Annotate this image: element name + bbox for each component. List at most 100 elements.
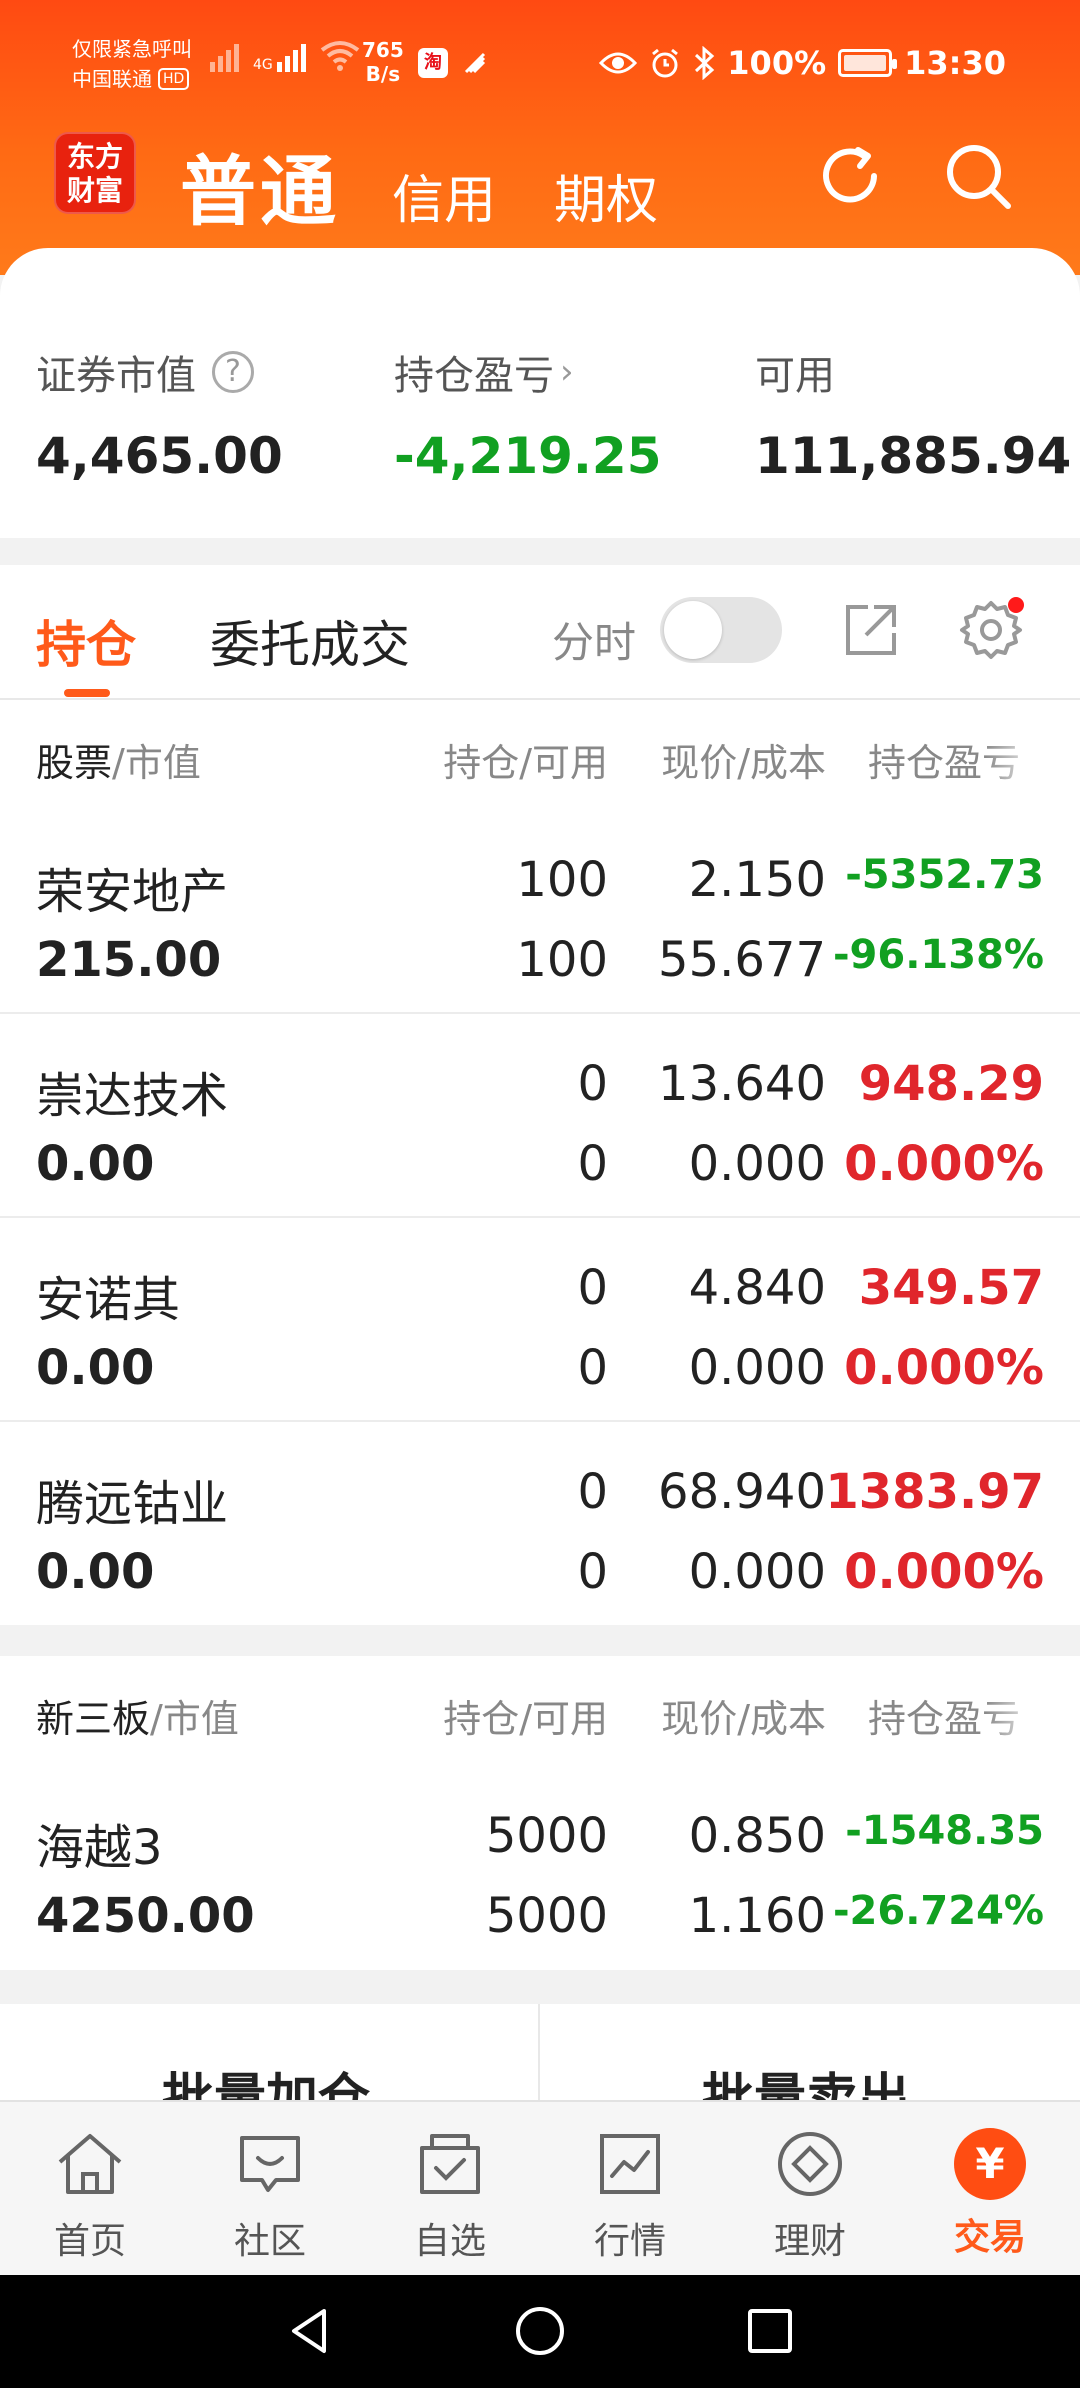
- share-external-icon[interactable]: [838, 597, 904, 663]
- available-label: 可用: [755, 353, 835, 399]
- stock-position: 100: [516, 852, 608, 908]
- header-pnl: 持仓盈亏: [868, 1688, 1044, 1743]
- stock-pnl: -5352.73: [845, 852, 1044, 898]
- stock-name: 崇达技术: [36, 1068, 229, 1124]
- tab-positions[interactable]: 持仓: [36, 605, 136, 677]
- system-nav-bar: [0, 2275, 1080, 2388]
- market-value-label: 证券市值: [36, 353, 196, 399]
- header-qty: 持仓/可用: [443, 741, 608, 785]
- logo-line2: 财富: [66, 174, 123, 207]
- neeq-table-header: 新三板/市值 持仓/可用 现价/成本 持仓盈亏: [0, 1656, 1080, 1766]
- stock-cost: 1.160: [688, 1888, 826, 1944]
- stock-pnl: 1383.97: [825, 1464, 1044, 1520]
- battery-percent: 100%: [727, 44, 827, 82]
- header-neeq: 新三板: [36, 1697, 151, 1741]
- nav-watchlist[interactable]: 自选: [380, 2124, 520, 2264]
- trade-icon: ¥: [954, 2128, 1026, 2200]
- chevron-right-icon: ›: [560, 352, 574, 392]
- stock-available: 0: [577, 1136, 608, 1192]
- search-icon[interactable]: [940, 138, 1016, 214]
- stock-price: 13.640: [658, 1056, 826, 1112]
- home-icon: [58, 2134, 122, 2194]
- header-mv: /市值: [150, 1697, 239, 1741]
- active-tab-indicator: [64, 689, 110, 697]
- nav-community[interactable]: 社区: [200, 2124, 340, 2264]
- holdings-tabs: 持仓 委托成交 分时: [0, 565, 1080, 700]
- wifi-icon: [320, 41, 359, 71]
- tab-credit[interactable]: 信用: [392, 158, 496, 233]
- market-icon: [600, 2134, 660, 2194]
- available-value: 111,885.94: [755, 427, 1072, 485]
- battery-icon: [838, 49, 898, 77]
- nav-home[interactable]: 首页: [20, 2124, 160, 2264]
- bottom-nav: 首页 社区 自选 行情 理财 ¥ 交易: [0, 2100, 1080, 2275]
- stock-pnl: 349.57: [858, 1260, 1044, 1316]
- table-row[interactable]: 荣安地产 215.00 100 100 2.150 55.677 -5352.7…: [0, 810, 1080, 1014]
- stock-position: 0: [577, 1464, 608, 1520]
- eye-icon: [599, 52, 638, 74]
- stock-pnl-pct: -26.724%: [832, 1888, 1044, 1934]
- market-value-block: 证券市值 ? 4,465.00: [36, 343, 283, 485]
- alarm-icon: [652, 48, 679, 78]
- clock: 13:30: [904, 44, 1006, 82]
- refresh-icon[interactable]: [812, 138, 888, 214]
- pnl-block[interactable]: 持仓盈亏 › -4,219.25: [394, 343, 661, 485]
- nav-wealth[interactable]: 理财: [740, 2124, 880, 2264]
- stock-available: 5000: [485, 1888, 608, 1944]
- stock-name: 安诺其: [36, 1272, 181, 1328]
- home-circle-icon[interactable]: [512, 2303, 568, 2359]
- header-qty: 持仓/可用: [443, 1697, 608, 1741]
- network-speed: 765 B/s: [362, 38, 404, 86]
- stock-price: 2.150: [688, 852, 826, 908]
- stock-price: 4.840: [688, 1260, 826, 1316]
- header-price: 现价/成本: [661, 1697, 826, 1741]
- pnl-label: 持仓盈亏: [394, 353, 554, 399]
- header-price: 现价/成本: [661, 741, 826, 785]
- table-row[interactable]: 崇达技术 0.00 0 0 13.640 0.000 948.29 0.000%: [0, 1014, 1080, 1218]
- recents-icon[interactable]: [742, 2303, 798, 2359]
- stock-market-value: 215.00: [36, 932, 222, 988]
- tab-normal[interactable]: 普通: [180, 130, 340, 240]
- tab-options[interactable]: 期权: [554, 158, 658, 233]
- stock-cost: 0.000: [688, 1544, 826, 1600]
- stock-position: 0: [577, 1056, 608, 1112]
- stock-position: 0: [577, 1260, 608, 1316]
- nav-trade[interactable]: ¥ 交易: [920, 2124, 1060, 2260]
- taobao-notification-icon: 淘: [418, 48, 448, 78]
- stock-name: 荣安地产: [36, 864, 229, 920]
- stock-market-value: 0.00: [36, 1340, 155, 1396]
- speed-value: 765: [362, 38, 404, 62]
- stock-cost: 0.000: [688, 1340, 826, 1396]
- table-row[interactable]: 海越3 4250.00 5000 5000 0.850 1.160 -1548.…: [0, 1766, 1080, 1970]
- hd-badge: HD: [158, 68, 190, 90]
- back-icon[interactable]: [282, 2303, 338, 2359]
- speed-unit: B/s: [365, 62, 401, 86]
- pnl-value: -4,219.25: [394, 427, 662, 485]
- watchlist-icon: [420, 2134, 480, 2194]
- status-bar: 仅限紧急呼叫 中国联通 HD 4G 765 B/s 淘 100% 13:30: [0, 0, 1080, 130]
- app-header: 仅限紧急呼叫 中国联通 HD 4G 765 B/s 淘 100% 13:30 东…: [0, 0, 1080, 275]
- bluetooth-icon: [695, 46, 715, 80]
- carrier-info: 仅限紧急呼叫 中国联通 HD: [72, 34, 192, 94]
- stock-available: 0: [577, 1340, 608, 1396]
- header-stock: 股票: [36, 741, 113, 785]
- nav-label: 交易: [953, 2217, 1026, 2258]
- stock-market-value: 4250.00: [36, 1888, 255, 1944]
- nav-market[interactable]: 行情: [560, 2124, 700, 2264]
- sim1-signal-icon: [210, 38, 239, 72]
- sim2-signal-icon: [276, 38, 306, 72]
- nav-label: 社区: [233, 2221, 306, 2262]
- help-icon[interactable]: ?: [212, 351, 254, 393]
- app-logo[interactable]: 东方 财富: [54, 132, 136, 214]
- header-pnl: 持仓盈亏: [868, 732, 1044, 787]
- tab-orders[interactable]: 委托成交: [210, 605, 410, 677]
- carrier-name: 中国联通: [72, 67, 152, 91]
- fenshi-toggle[interactable]: [660, 597, 782, 663]
- holdings-panel: 持仓 委托成交 分时 股票/市值 持仓/可用 现价/成本 持仓盈亏 荣安地产 2…: [0, 565, 1080, 1625]
- status-right: 100% 13:30: [599, 44, 1006, 82]
- header-mv: /市值: [112, 741, 201, 785]
- table-row[interactable]: 安诺其 0.00 0 0 4.840 0.000 349.57 0.000%: [0, 1218, 1080, 1422]
- stock-name: 腾远钴业: [36, 1476, 229, 1532]
- logo-line1: 东方: [66, 140, 123, 173]
- table-row[interactable]: 腾远钴业 0.00 0 0 68.940 0.000 1383.97 0.000…: [0, 1422, 1080, 1626]
